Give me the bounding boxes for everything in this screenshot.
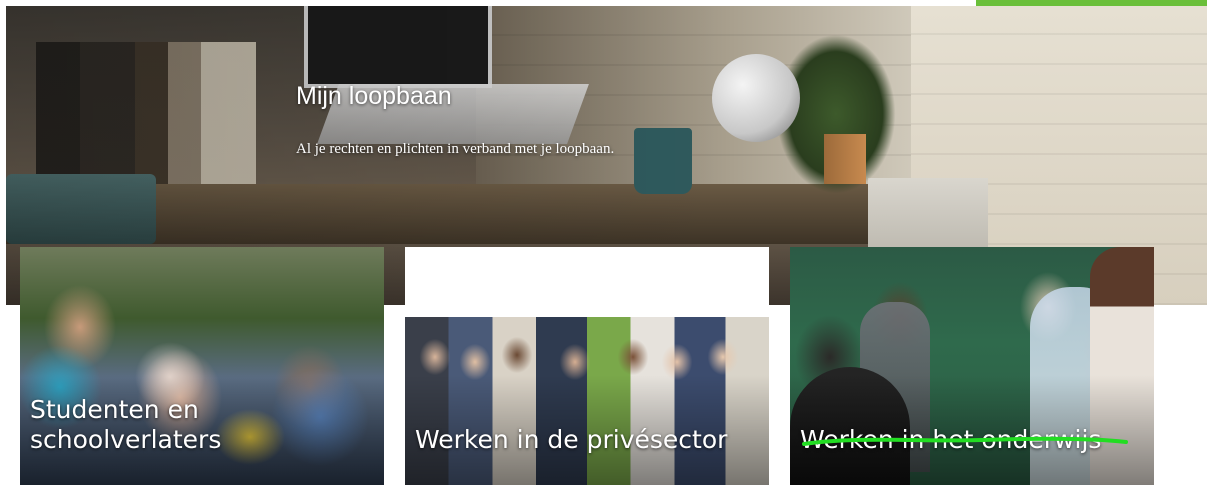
hero-title: Mijn loopbaan bbox=[296, 82, 452, 110]
card-title[interactable]: Werken in de privésector bbox=[415, 425, 727, 455]
card-education[interactable]: Werken in het onderwijs bbox=[790, 247, 1154, 485]
page: Mijn loopbaan Al je rechten en plichten … bbox=[0, 0, 1207, 485]
card-title[interactable]: Werken in het onderwijs bbox=[800, 425, 1101, 455]
hero-subtitle: Al je rechten en plichten in verband met… bbox=[296, 141, 615, 157]
card-title[interactable]: Studenten en schoolverlaters bbox=[30, 395, 290, 455]
card-private-sector[interactable]: Werken in de privésector bbox=[405, 247, 769, 485]
card-students[interactable]: Studenten en schoolverlaters bbox=[20, 247, 384, 485]
